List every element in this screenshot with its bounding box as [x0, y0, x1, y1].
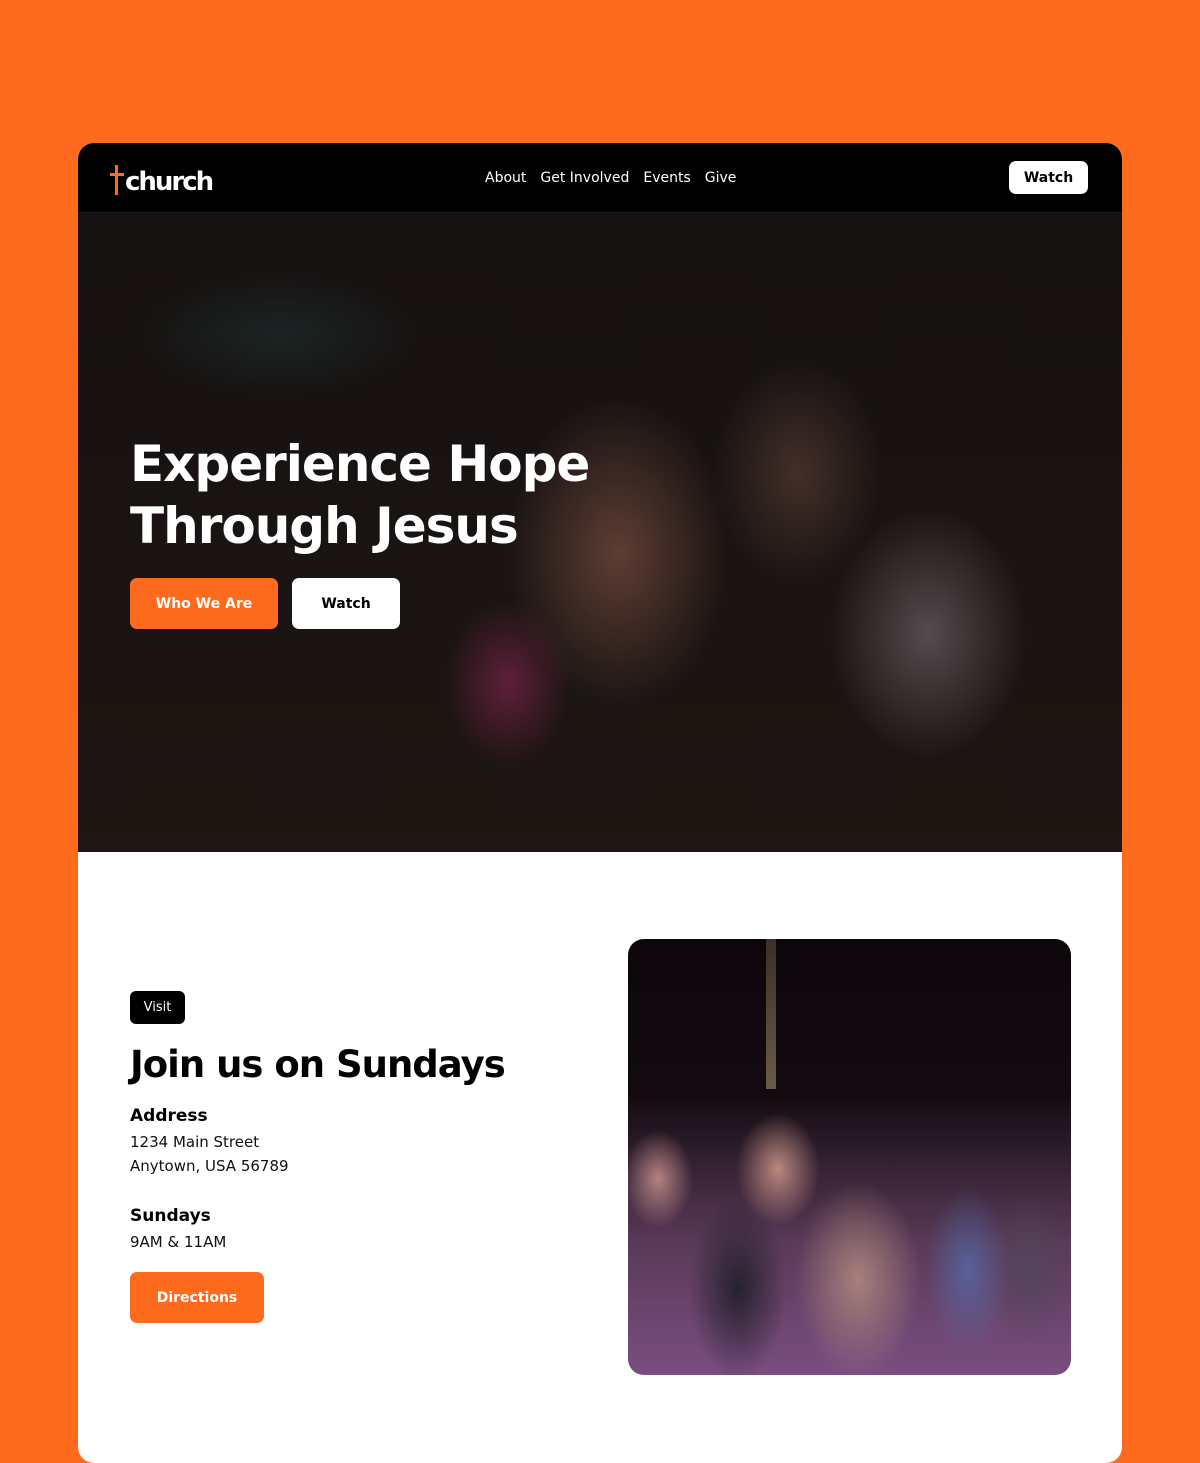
address-line-1: 1234 Main Street [130, 1133, 260, 1151]
worship-photo [628, 939, 1071, 1375]
schedule-label: Sundays [130, 1206, 211, 1226]
who-we-are-button[interactable]: Who We Are [130, 578, 278, 629]
visit-title: Join us on Sundays [130, 1043, 506, 1086]
directions-button[interactable]: Directions [130, 1272, 264, 1323]
top-nav: church About Get Involved Events Give Wa… [78, 143, 1122, 213]
church-logo[interactable]: church [110, 163, 214, 197]
schedule-times: 9AM & 11AM [130, 1233, 227, 1251]
nav-watch-button[interactable]: Watch [1009, 161, 1088, 194]
nav-link-events[interactable]: Events [643, 168, 690, 188]
hero-watch-button[interactable]: Watch [292, 578, 400, 629]
nav-link-about[interactable]: About [485, 168, 526, 188]
logo-text: church [125, 167, 214, 197]
nav-link-give[interactable]: Give [705, 168, 737, 188]
page-card: church About Get Involved Events Give Wa… [78, 143, 1122, 1463]
nav-links: About Get Involved Events Give [485, 168, 736, 188]
photo-pole [766, 939, 776, 1089]
address-line-2: Anytown, USA 56789 [130, 1157, 289, 1175]
hero-section: Experience Hope Through Jesus Who We Are… [78, 213, 1122, 852]
visit-badge: Visit [130, 991, 185, 1024]
cross-icon [110, 165, 124, 195]
hero-title: Experience Hope Through Jesus [130, 435, 590, 555]
nav-link-get-involved[interactable]: Get Involved [540, 168, 629, 188]
address-label: Address [130, 1106, 208, 1126]
